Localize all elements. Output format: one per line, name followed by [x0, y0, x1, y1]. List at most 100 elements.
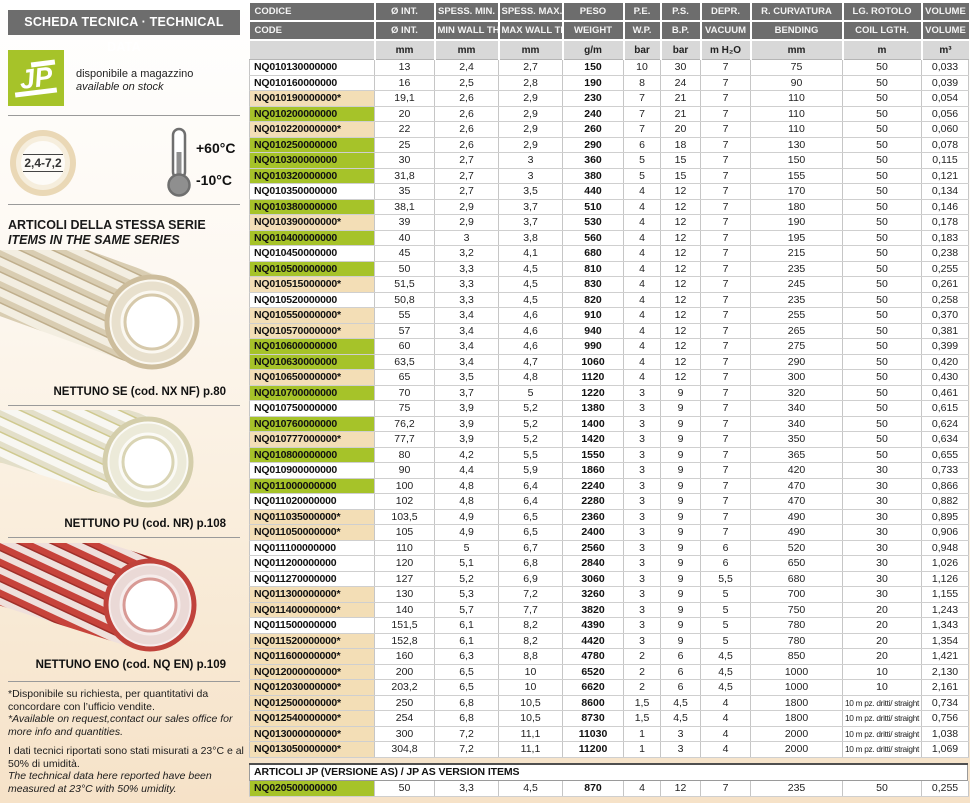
value-cell: 420 [751, 463, 843, 479]
value-cell: 12 [661, 230, 701, 246]
value-cell: 3 [624, 571, 661, 587]
table-row: NQ010390000000*392,93,75304127190500,178 [250, 215, 969, 231]
table-row: NQ010900000000904,45,91860397420300,733 [250, 463, 969, 479]
value-cell: 1 [624, 742, 661, 758]
column-header: COIL LGTH. [843, 21, 922, 40]
value-cell: 150 [563, 60, 624, 76]
value-cell: 470 [751, 478, 843, 494]
unit-cell: mm [375, 40, 435, 60]
value-cell: 2840 [563, 556, 624, 572]
table-row: NQ0104000000004033,85604127195500,183 [250, 230, 969, 246]
value-cell: 4,1 [499, 246, 563, 262]
value-cell: 4,5 [701, 664, 751, 680]
value-cell: 5,2 [435, 571, 499, 587]
value-cell: 5 [701, 602, 751, 618]
value-cell: 6 [661, 680, 701, 696]
as-table-body: NQ020500000000503,34,58704127235500,255 [250, 781, 969, 796]
value-cell: 38,1 [375, 199, 435, 215]
unit-cell: bar [661, 40, 701, 60]
value-cell: 30 [375, 153, 435, 169]
value-cell: 5 [624, 168, 661, 184]
value-cell: 3,5 [435, 370, 499, 386]
value-cell: 31,8 [375, 168, 435, 184]
table-body: NQ010130000000132,42,71501030775500,033N… [250, 60, 969, 758]
value-cell: 2 [624, 664, 661, 680]
value-cell: 12 [661, 261, 701, 277]
value-cell: 240 [563, 106, 624, 122]
value-cell: 3 [624, 618, 661, 634]
value-cell: 7,7 [499, 602, 563, 618]
value-cell: 1,354 [922, 633, 969, 649]
value-cell: 0,258 [922, 292, 969, 308]
value-cell: 2,9 [499, 91, 563, 107]
value-cell: 30 [843, 494, 922, 510]
column-header: W.P. [624, 21, 661, 40]
value-cell: 5,5 [701, 571, 751, 587]
value-cell: 7 [701, 199, 751, 215]
value-cell: 50 [375, 781, 435, 796]
product-code-cell: NQ012000000000* [250, 664, 375, 680]
value-cell: 2000 [751, 726, 843, 742]
value-cell: 1120 [563, 370, 624, 386]
table-row: NQ011300000000*1305,37,23260395700301,15… [250, 587, 969, 603]
value-cell: 4 [701, 726, 751, 742]
footnotes: *Disponibile su richiesta, per quantitat… [8, 688, 244, 795]
related-item-caption: NETTUNO ENO (cod. NQ EN) p.109 [8, 659, 226, 671]
value-cell: 4,5 [499, 261, 563, 277]
value-cell: 6 [624, 137, 661, 153]
product-code-cell: NQ010900000000 [250, 463, 375, 479]
column-header: VACUUM [701, 21, 751, 40]
value-cell: 3 [624, 494, 661, 510]
value-cell: 2,9 [499, 122, 563, 138]
value-cell: 50 [843, 168, 922, 184]
value-cell: 7,2 [435, 742, 499, 758]
value-cell: 3 [624, 463, 661, 479]
table-row: NQ010600000000603,44,69904127275500,399 [250, 339, 969, 355]
value-cell: 215 [751, 246, 843, 262]
product-code-cell: NQ011300000000* [250, 587, 375, 603]
value-cell: 90 [751, 75, 843, 91]
value-cell: 3 [624, 587, 661, 603]
value-cell: 0,906 [922, 525, 969, 541]
value-cell: 30 [843, 540, 922, 556]
value-cell: 5,1 [435, 556, 499, 572]
value-cell: 0,134 [922, 184, 969, 200]
stock-label: disponibile a magazzino available on sto… [76, 68, 193, 94]
temperature-max: +60°C [196, 140, 235, 156]
value-cell: 8 [624, 75, 661, 91]
unit-cell: m³ [922, 40, 969, 60]
value-cell: 3,9 [435, 401, 499, 417]
product-code-cell: NQ012540000000* [250, 711, 375, 727]
value-cell: 80 [375, 447, 435, 463]
value-cell: 4,5 [701, 680, 751, 696]
value-cell: 4,6 [499, 323, 563, 339]
value-cell: 7 [701, 168, 751, 184]
as-section-title: ARTICOLI JP (VERSIONE AS) / JP AS VERSIO… [249, 765, 968, 781]
value-cell: 4420 [563, 633, 624, 649]
value-cell: 50 [843, 246, 922, 262]
value-cell: 2 [624, 680, 661, 696]
value-cell: 110 [751, 106, 843, 122]
value-cell: 50 [843, 354, 922, 370]
value-cell: 7 [701, 385, 751, 401]
value-cell: 7 [701, 292, 751, 308]
value-cell: 7 [701, 122, 751, 138]
value-cell: 0,039 [922, 75, 969, 91]
badge-ring: 2,4-7,2 [16, 136, 70, 190]
value-cell: 7 [701, 416, 751, 432]
value-cell: 2,4 [435, 60, 499, 76]
value-cell: 3,4 [435, 308, 499, 324]
value-cell: 7 [624, 106, 661, 122]
value-cell: 680 [563, 246, 624, 262]
value-cell: 9 [661, 571, 701, 587]
unit-cell: mm [435, 40, 499, 60]
value-cell: 7 [701, 308, 751, 324]
value-cell: 0,054 [922, 91, 969, 107]
value-cell: 4 [624, 354, 661, 370]
product-code-cell: NQ010777000000* [250, 432, 375, 448]
table-row: NQ010515000000*51,53,34,58304127245500,2… [250, 277, 969, 293]
value-cell: 0,895 [922, 509, 969, 525]
value-cell: 4,5 [499, 292, 563, 308]
value-cell: 7,2 [499, 587, 563, 603]
product-code-cell: NQ010250000000 [250, 137, 375, 153]
